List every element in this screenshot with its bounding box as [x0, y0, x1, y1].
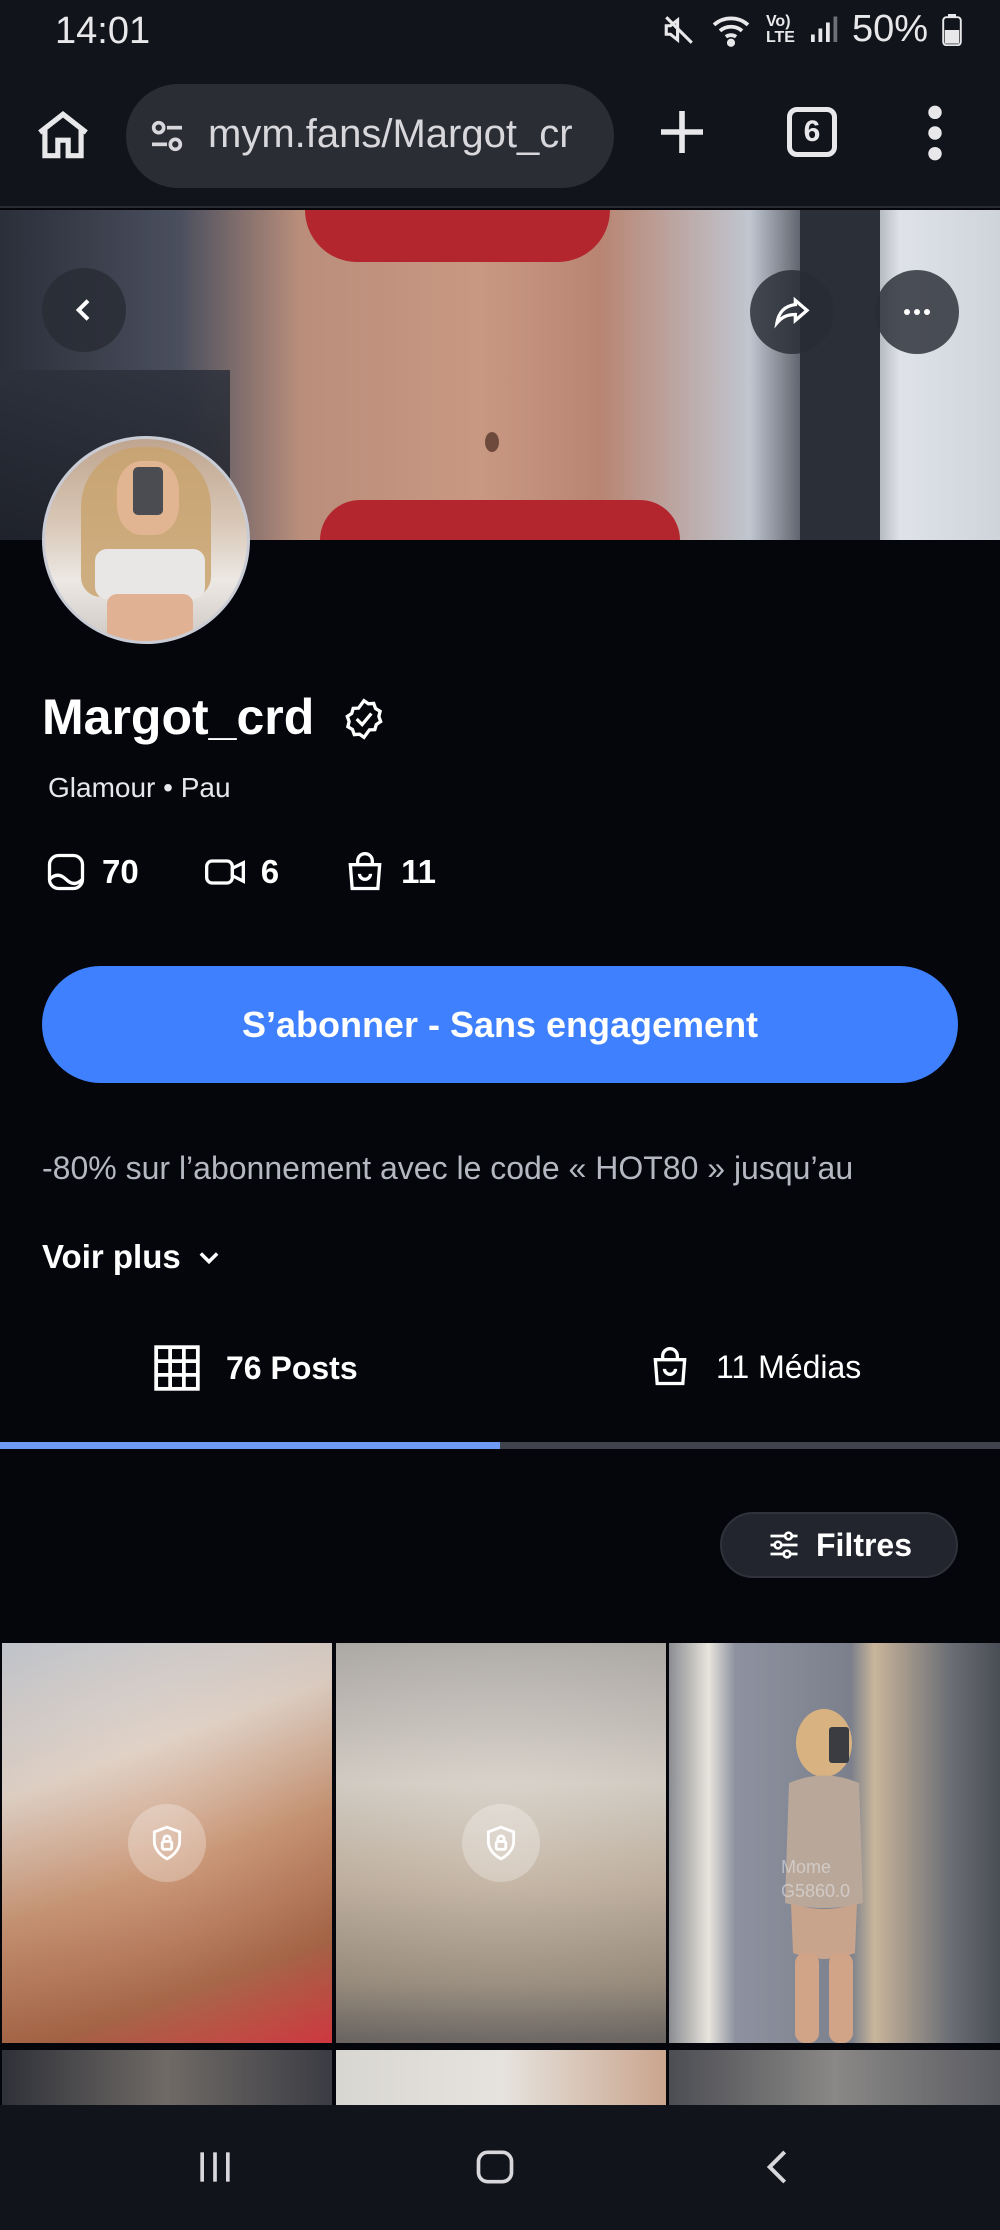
- cover-door-area: [800, 210, 880, 540]
- post-thumbnail[interactable]: Mome G5860.0: [669, 1643, 1000, 2043]
- sliders-icon: [770, 1531, 798, 1559]
- share-button[interactable]: [750, 270, 834, 354]
- more-options-button[interactable]: [875, 270, 959, 354]
- status-time: 14:01: [55, 10, 151, 52]
- home-button[interactable]: [32, 104, 94, 166]
- signal-icon: [810, 16, 838, 42]
- profile-category: Glamour • Pau: [48, 772, 231, 803]
- post-thumbnail-locked[interactable]: [336, 1643, 666, 2043]
- post-thumbnail-locked[interactable]: [2, 1643, 332, 2043]
- stat-shop-count: 11: [401, 853, 436, 890]
- chevron-down-icon: [199, 1252, 219, 1265]
- system-nav-bar: [0, 2105, 1000, 2230]
- share-icon: [774, 296, 810, 329]
- battery-percent: 50%: [851, 8, 928, 50]
- cover-bottom-garment: [320, 500, 680, 540]
- tune-icon[interactable]: [146, 116, 188, 156]
- chevron-left-icon: [766, 2150, 787, 2184]
- image-icon: [47, 853, 85, 891]
- stat-photos: 70: [44, 850, 139, 894]
- status-bar: 14:01 Vo) LTE 50%: [0, 0, 1000, 66]
- recents-icon: [200, 2152, 230, 2182]
- locked-badge: [462, 1804, 540, 1882]
- home-icon: [38, 111, 88, 159]
- chevron-left-icon: [75, 299, 90, 321]
- recents-button[interactable]: [185, 2141, 245, 2193]
- shopping-bag-icon: [653, 1347, 687, 1386]
- locked-badge: [128, 1804, 206, 1882]
- address-bar[interactable]: mym.fans/Margot_cr: [126, 84, 614, 188]
- url-text[interactable]: mym.fans/Margot_cr: [208, 112, 604, 157]
- tab-posts[interactable]: 76 Posts: [152, 1343, 358, 1393]
- tab-posts-label: 76 Posts: [226, 1349, 358, 1386]
- tab-medias[interactable]: 11 Médias: [648, 1343, 861, 1391]
- browser-menu-button[interactable]: [918, 102, 952, 164]
- shopping-bag-icon: [348, 852, 382, 891]
- lock-shield-icon: [152, 1825, 182, 1861]
- battery-icon: [942, 13, 962, 46]
- stat-videos-count: 6: [260, 853, 280, 890]
- wifi-icon: [712, 16, 750, 47]
- tab-indicator: [0, 1442, 500, 1449]
- post-thumbnail[interactable]: [336, 2050, 666, 2105]
- post-thumbnail[interactable]: [669, 2050, 1000, 2105]
- stat-photos-count: 70: [102, 853, 139, 890]
- more-vertical-icon: [928, 105, 942, 161]
- tab-medias-label: 11 Médias: [716, 1348, 862, 1385]
- stat-videos: 6: [203, 850, 279, 894]
- tab-switcher-button[interactable]: 6: [787, 107, 837, 157]
- mute-icon: [664, 15, 693, 44]
- post-thumbnail[interactable]: [2, 2050, 332, 2105]
- lock-shield-icon: [486, 1825, 516, 1861]
- profile-bio: -80% sur l’abonnement avec le code « HOT…: [42, 1150, 854, 1186]
- stat-shop: 11: [343, 850, 436, 894]
- system-back-button[interactable]: [748, 2141, 808, 2193]
- see-more-button[interactable]: Voir plus: [42, 1238, 223, 1276]
- avatar[interactable]: [42, 436, 250, 644]
- cover-top-garment: [305, 210, 610, 262]
- grid-icon: [154, 1345, 200, 1391]
- verified-badge-icon: [345, 698, 383, 740]
- video-icon: [204, 859, 245, 885]
- status-icons: Vo) LTE 50%: [662, 8, 962, 51]
- system-home-button[interactable]: [465, 2141, 525, 2193]
- plus-icon: [661, 111, 703, 153]
- network-type: Vo) LTE: [765, 12, 795, 46]
- filters-button[interactable]: Filtres: [720, 1512, 958, 1578]
- filters-label: Filtres: [815, 1526, 913, 1563]
- back-button[interactable]: [42, 268, 126, 352]
- cover-detail: [485, 432, 499, 452]
- profile-username: Margot_crd: [42, 689, 315, 745]
- more-horizontal-icon: [904, 309, 930, 315]
- subscribe-button[interactable]: S’abonner - Sans engagement: [42, 966, 958, 1083]
- thumbnail-watermark: Mome G5860.0: [781, 1857, 851, 1901]
- profile-stats: 70 6 11: [44, 850, 500, 894]
- new-tab-button[interactable]: [654, 104, 710, 160]
- see-more-label: Voir plus: [42, 1238, 181, 1275]
- home-square-icon: [476, 2150, 514, 2184]
- browser-toolbar: mym.fans/Margot_cr 6: [0, 66, 1000, 208]
